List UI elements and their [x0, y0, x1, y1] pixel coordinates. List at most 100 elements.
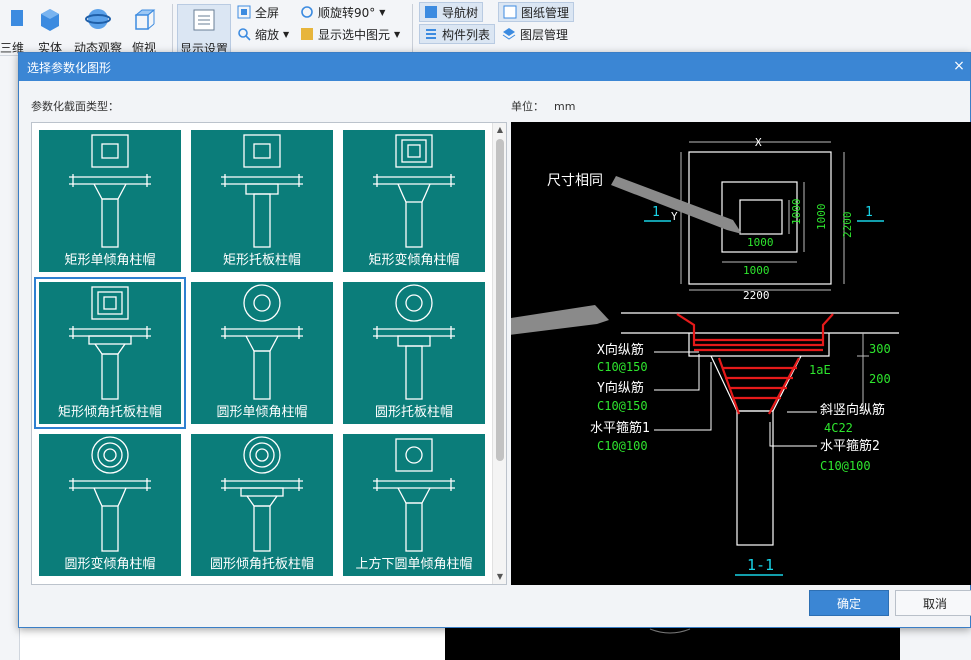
scrollbar-thumb[interactable] [496, 139, 504, 461]
fullscreen-icon [237, 5, 251, 19]
tile-round-single-slope[interactable]: 圆形单倾角柱帽 [191, 282, 333, 424]
rotate-icon [301, 6, 313, 18]
unit-label: 单位： mm [511, 98, 575, 114]
scroll-down-icon[interactable]: ▼ [493, 570, 506, 584]
layer-mgmt-label: 图层管理 [520, 27, 569, 42]
nav-tree-button[interactable]: 导航树 [419, 2, 484, 22]
rotate-label: 顺旋转90° [318, 5, 376, 20]
select-parametric-dialog: 选择参数化图形 × 参数化截面类型： 单位： mm 矩形单倾角柱帽 矩形托板柱帽 [18, 52, 971, 628]
lae-label: 1aE [809, 363, 831, 377]
view-3d-icon [11, 10, 23, 26]
component-list-button[interactable]: 构件列表 [419, 24, 496, 44]
dim-outer-height: 2200 [841, 212, 854, 239]
component-list-label: 构件列表 [442, 27, 491, 42]
section-drawing: X Y 1000 1000 1000 1000 2200 2200 1 1 尺寸… [131, 136, 899, 576]
overview-arrow [131, 305, 609, 382]
tile-rect-variable-slope[interactable]: 矩形变倾角柱帽 [343, 130, 485, 272]
show-selected-label: 显示选中图元 [318, 27, 391, 42]
tile-rect-slope-drop-panel[interactable]: 矩形倾角托板柱帽 [34, 277, 186, 429]
fullscreen-label: 全屏 [255, 5, 280, 20]
h-stirrup2-label: 水平箍筋2 [820, 438, 880, 454]
nav-tree-label: 导航树 [442, 5, 479, 20]
drawing-mgmt-button[interactable]: 图纸管理 [498, 2, 575, 22]
canvas-arc [649, 628, 691, 634]
tile-label: 矩形倾角托板柱帽 [57, 405, 162, 420]
tile-label: 圆形倾角托板柱帽 [209, 557, 314, 572]
display-settings-icon [193, 9, 215, 31]
h-stirrup1-label: 水平箍筋1 [590, 420, 650, 436]
section-type-label: 参数化截面类型： [31, 100, 119, 113]
nav-tree-icon [425, 6, 437, 18]
tile-label: 圆形变倾角柱帽 [64, 557, 156, 572]
fullscreen-button[interactable]: 全屏 [237, 2, 279, 22]
tile-rect-single-slope[interactable]: 矩形单倾角柱帽 [39, 130, 181, 272]
ok-button[interactable]: 确定 [809, 590, 889, 616]
tile-label: 圆形托板柱帽 [374, 405, 453, 420]
section-dimension-lines [857, 333, 869, 411]
zoom-button[interactable]: 缩放 ▼ [237, 24, 289, 44]
cancel-button[interactable]: 取消 [895, 590, 971, 616]
slant-bar-spec: 4C22 [824, 421, 853, 435]
solid-button[interactable]: 实体 [26, 4, 74, 55]
section-elevation [621, 312, 899, 546]
drawing-icon [503, 5, 517, 19]
left-panel [0, 56, 20, 660]
orbit-icon [85, 9, 111, 29]
background-panel [20, 625, 445, 660]
close-button[interactable]: × [950, 57, 968, 75]
dim-inner-width: 1000 [747, 236, 774, 249]
dim-300: 300 [869, 342, 891, 356]
tile-label: 矩形变倾角柱帽 [368, 253, 460, 268]
tile-round-drop-panel[interactable]: 圆形托板柱帽 [343, 282, 485, 424]
tile-label: 矩形托板柱帽 [222, 253, 301, 268]
section-title: 1-1 [747, 556, 774, 574]
tile-label: 矩形单倾角柱帽 [64, 253, 156, 268]
tile-round-slope-drop-panel[interactable]: 圆形倾角托板柱帽 [191, 434, 333, 576]
tile-round-variable-slope[interactable]: 圆形变倾角柱帽 [39, 434, 181, 576]
layer-mgmt-button[interactable]: 图层管理 [502, 24, 568, 44]
gallery-scrollbar[interactable]: ▲ ▼ [492, 123, 506, 584]
tile-rect-drop-panel[interactable]: 矩形托板柱帽 [191, 130, 333, 272]
dialog-title: 选择参数化图形 [27, 60, 112, 75]
dim-200: 200 [869, 372, 891, 386]
display-settings-button[interactable]: 显示设置 [177, 4, 231, 56]
background-panel-right [900, 625, 971, 660]
list-icon [426, 29, 436, 39]
rotate-button[interactable]: 顺旋转90° ▼ [300, 2, 385, 22]
section-mark-right: 1 [865, 205, 873, 220]
dialog-titlebar: 选择参数化图形 × [19, 53, 970, 81]
solid-cube-icon [41, 9, 59, 31]
preview-canvas: X Y 1000 1000 1000 1000 2200 2200 1 1 尺寸… [131, 122, 971, 585]
background-canvas [445, 625, 900, 660]
tile-label: 圆形单倾角柱帽 [216, 405, 308, 420]
unit-caption: 单位： [511, 100, 544, 113]
chevron-down-icon: ▼ [283, 29, 290, 39]
annotation-text: 尺寸相同 [547, 173, 603, 189]
dim-inner-height: 1000 [790, 199, 803, 226]
chevron-down-icon: ▼ [394, 29, 401, 39]
scroll-up-icon[interactable]: ▲ [493, 123, 506, 137]
dim-outer-width: 2200 [743, 289, 770, 302]
y-bar-spec: C10@150 [597, 399, 648, 413]
chevron-down-icon: ▼ [379, 7, 386, 17]
dim-mid-height: 1000 [815, 204, 828, 231]
layers-icon [502, 28, 516, 40]
magnifier-icon [238, 28, 251, 41]
zoom-label: 缩放 [255, 27, 280, 42]
ribbon-toolbar: /三维 实体 动态观察 俯视 显示设置 全屏 缩放 ▼ 顺旋转90° ▼ 显示选… [0, 0, 971, 56]
orbit-button[interactable]: 动态观察 [74, 4, 122, 55]
slant-bar-label: 斜竖向纵筋 [820, 402, 885, 418]
y-bar-label: Y向纵筋 [597, 380, 644, 396]
tile-label: 上方下圆单倾角柱帽 [355, 557, 473, 572]
top-view-icon [134, 9, 156, 30]
tile-square-top-round-bottom[interactable]: 上方下圆单倾角柱帽 [343, 434, 485, 576]
show-selected-button[interactable]: 显示选中图元 ▼ [300, 24, 400, 44]
drawing-mgmt-label: 图纸管理 [521, 5, 570, 20]
section-mark-left: 1 [652, 205, 660, 220]
dim-y-label: Y [671, 210, 678, 223]
show-selected-icon [301, 28, 313, 40]
dim-mid-width: 1000 [743, 264, 770, 277]
section-type-gallery: 矩形单倾角柱帽 矩形托板柱帽 矩形变倾角柱帽 矩形倾角托板柱帽 圆形单倾角柱帽 … [31, 122, 507, 585]
top-view-button[interactable]: 俯视 [120, 4, 168, 55]
x-bar-spec: C10@150 [597, 360, 648, 374]
